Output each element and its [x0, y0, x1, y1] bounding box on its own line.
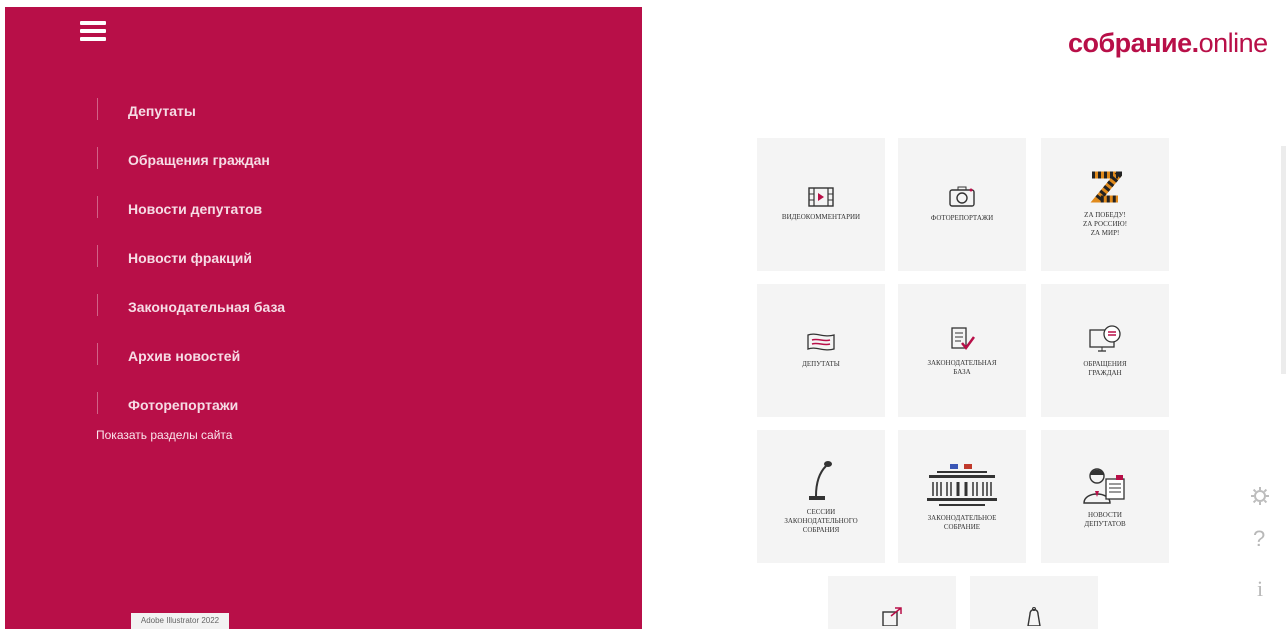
tile-legislation[interactable]: ЗАКОНОДАТЕЛЬНАЯ БАЗА — [898, 284, 1026, 417]
tile-sessions[interactable]: СЕССИИ ЗАКОНОДАТЕЛЬНОГО СОБРАНИЯ — [757, 430, 885, 563]
sidebar-item-legislation[interactable]: Законодательная база — [97, 282, 285, 331]
gear-icon[interactable] — [1250, 486, 1270, 506]
tile-label: ФОТОРЕПОРТАЖИ — [930, 214, 994, 222]
sidebar-nav: Депутаты Обращения граждан Новости депут… — [97, 86, 285, 429]
building-icon — [927, 463, 997, 506]
watermark-label: Adobe Illustrator 2022 — [131, 613, 229, 629]
tile-label: СЕССИИ ЗАКОНОДАТЕЛЬНОГО СОБРАНИЯ — [784, 508, 858, 534]
person-news-icon — [1083, 467, 1125, 504]
tile-z-victory[interactable]: ZА ПОБЕДУ! ZА РОССИЮ! ZА МИР! — [1041, 138, 1169, 271]
sidebar-item-faction-news[interactable]: Новости фракций — [97, 233, 285, 282]
sidebar-menu: Депутаты Обращения граждан Новости депут… — [5, 7, 642, 629]
microphone-icon — [809, 461, 832, 500]
tile-deputy-news[interactable]: НОВОСТИ ДЕПУТАТОВ — [1041, 430, 1169, 563]
info-icon[interactable]: i — [1257, 576, 1263, 602]
tile-label: ЗАКОНОДАТЕЛЬНОЕ СОБРАНИЕ — [927, 513, 997, 531]
sidebar-item-news-archive[interactable]: Архив новостей — [97, 331, 285, 380]
document-check-icon — [951, 326, 976, 350]
help-icon[interactable]: ? — [1253, 526, 1265, 552]
tile-deputies[interactable]: ДЕПУТАТЫ — [757, 284, 885, 417]
tile-citizen-appeals[interactable]: ОБРАЩЕНИЯ ГРАЖДАН — [1041, 284, 1169, 417]
tile-legislative-assembly[interactable]: ЗАКОНОДАТЕЛЬНОЕ СОБРАНИЕ — [898, 430, 1026, 563]
tile-share[interactable] — [828, 576, 956, 629]
tile-bag[interactable] — [970, 576, 1098, 629]
camera-icon — [949, 186, 975, 207]
sidebar-item-photo-reports[interactable]: Фоторепортажи — [97, 380, 285, 429]
video-icon — [808, 187, 834, 207]
tile-label: НОВОСТИ ДЕПУТАТОВ — [1084, 510, 1126, 528]
logo-part-1: собрание. — [1068, 28, 1199, 58]
tile-video-comments[interactable]: ВИДЕОКОММЕНТАРИИ — [757, 138, 885, 271]
logo-part-2: online — [1198, 28, 1269, 58]
show-sections-link[interactable]: Показать разделы сайта — [96, 428, 232, 442]
bag-icon — [1027, 607, 1041, 626]
sidebar-item-deputy-news[interactable]: Новости депутатов — [97, 184, 285, 233]
hamburger-menu-icon[interactable] — [80, 21, 106, 41]
tile-label: ОБРАЩЕНИЯ ГРАЖДАН — [1083, 359, 1127, 377]
tile-label: ZА ПОБЕДУ! ZА РОССИЮ! ZА МИР! — [1082, 211, 1128, 237]
share-icon — [882, 607, 902, 626]
tile-label: ЗАКОНОДАТЕЛЬНАЯ БАЗА — [927, 358, 997, 376]
tile-photo-reports[interactable]: ФОТОРЕПОРТАЖИ — [898, 138, 1026, 271]
tile-label: ВИДЕОКОММЕНТАРИИ — [781, 213, 861, 221]
sidebar-item-citizen-appeals[interactable]: Обращения граждан — [97, 135, 285, 184]
scrollbar[interactable] — [1281, 146, 1286, 374]
tile-label: ДЕПУТАТЫ — [802, 360, 840, 368]
monitor-message-icon — [1089, 324, 1121, 352]
site-logo[interactable]: собрание.online — [1068, 28, 1268, 59]
z-ribbon-icon — [1090, 171, 1122, 203]
flag-icon — [807, 333, 835, 351]
sidebar-item-deputies[interactable]: Депутаты — [97, 86, 285, 135]
